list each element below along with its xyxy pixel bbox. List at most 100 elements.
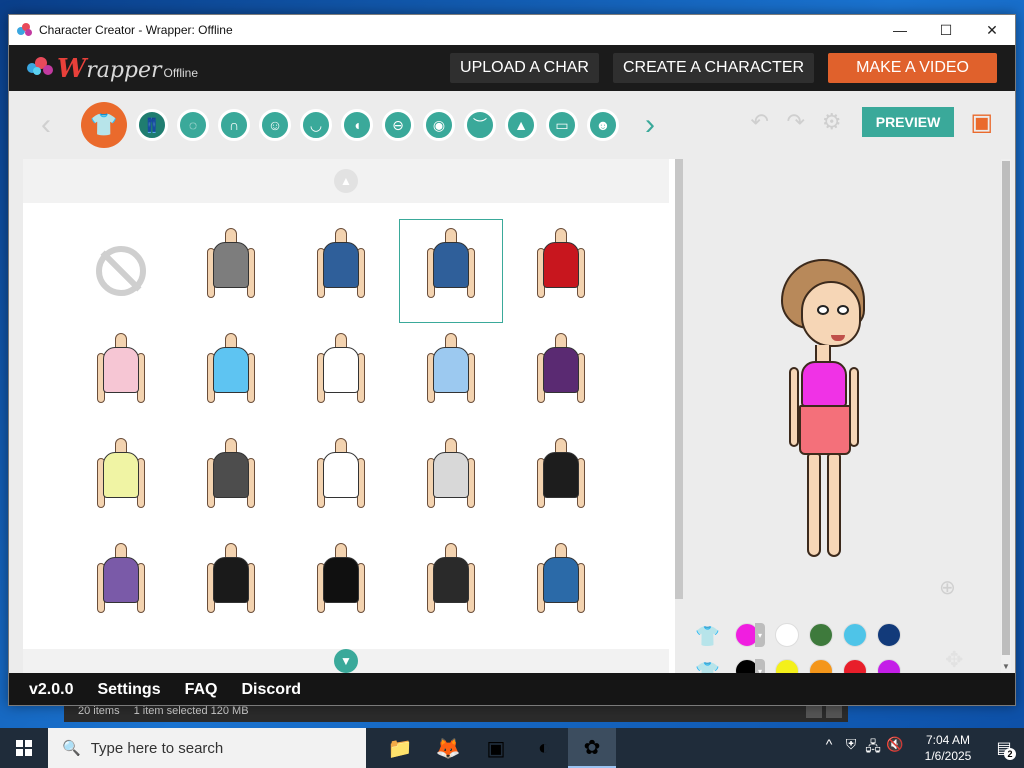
right-scroll-down-icon[interactable]: ▼ (1001, 662, 1011, 671)
wrapper-app-icon[interactable]: ✿ (568, 728, 616, 768)
taskbar: 🔍 Type here to search 📁 🦊 ▣ ◐ ✿ ^ ⛨ 🖧 🔇 7:04 AM… (0, 728, 1024, 768)
clothing-item[interactable] (289, 219, 393, 323)
scroll-down-icon[interactable]: ▼ (334, 649, 358, 673)
move-icon[interactable]: ✥ (945, 647, 963, 673)
items-scrollbar-thumb[interactable] (675, 159, 683, 599)
items-scroll-up[interactable]: ▲ (23, 159, 669, 203)
clothing-item[interactable] (179, 429, 283, 533)
notifications-icon[interactable]: ▤ 2 (984, 738, 1024, 760)
item-none[interactable] (69, 219, 173, 323)
items-scrollbar[interactable] (675, 159, 683, 599)
right-scrollbar[interactable]: ▼ (1001, 159, 1011, 673)
clothing-item[interactable] (69, 534, 173, 638)
clothing-item[interactable] (399, 324, 503, 428)
app-icon (17, 22, 33, 38)
color-swatch[interactable] (775, 623, 799, 647)
clothing-item[interactable] (509, 534, 613, 638)
volume-muted-icon[interactable]: 🔇 (884, 736, 906, 760)
category-upper-body-icon[interactable]: 👕 (81, 102, 127, 148)
footer-faq-link[interactable]: FAQ (185, 681, 218, 699)
logo-rapper: rapper (86, 57, 162, 83)
category-toolbar: ‹ 👕 👖 ◌ ∩ ☺ ◡ ◖ ⊖ ◉ ︶ ▲ ▭ ☻ › ↶ ↷ ⚙ PREVIEW ▣ (9, 91, 1015, 159)
clothing-item[interactable] (179, 324, 283, 428)
clothing-item[interactable] (179, 219, 283, 323)
firefox-icon[interactable]: 🦊 (424, 728, 472, 768)
footer-discord-link[interactable]: Discord (242, 681, 302, 699)
shirt-part-icon[interactable]: 👕 (695, 624, 720, 648)
category-nose-icon[interactable]: ▲ (505, 109, 537, 141)
start-button[interactable] (0, 728, 48, 768)
category-face-shape-icon[interactable]: ◌ (177, 109, 209, 141)
category-eyebrows-icon[interactable]: ︶ (464, 109, 496, 141)
clothing-item[interactable] (289, 429, 393, 533)
shirt-thumbnail-icon (317, 333, 365, 419)
category-hair-icon[interactable]: ∩ (218, 109, 250, 141)
title-bar[interactable]: Character Creator - Wrapper: Offline — ☐… (9, 15, 1015, 45)
shirt-thumbnail-icon (427, 228, 475, 314)
clothing-item[interactable] (179, 534, 283, 638)
footer-settings-link[interactable]: Settings (97, 681, 160, 699)
current-color-picker[interactable]: ▾ (735, 623, 765, 647)
minimize-button[interactable]: — (877, 15, 923, 45)
clothing-item[interactable] (289, 534, 393, 638)
category-glasses-icon[interactable]: ▭ (546, 109, 578, 141)
shirt-thumbnail-icon (537, 228, 585, 314)
defender-icon[interactable]: ⛨ (840, 736, 862, 760)
clothing-item[interactable] (509, 429, 613, 533)
app-icon[interactable]: ▣ (472, 728, 520, 768)
shirt-thumbnail-icon (537, 438, 585, 524)
taskbar-search[interactable]: 🔍 Type here to search (48, 728, 366, 768)
right-scrollbar-thumb[interactable] (1002, 161, 1010, 655)
preview-button[interactable]: PREVIEW (861, 107, 955, 137)
category-facial-hair-icon[interactable]: ☺ (259, 109, 291, 141)
taskbar-apps: 📁 🦊 ▣ ◐ ✿ (376, 728, 616, 768)
shirt-thumbnail-icon (317, 438, 365, 524)
app-footer: v2.0.0 Settings FAQ Discord (9, 673, 1015, 705)
clothing-item[interactable] (69, 324, 173, 428)
undo-icon[interactable]: ↶ (748, 109, 772, 135)
upload-char-button[interactable]: UPLOAD A CHAR (450, 53, 599, 83)
character-skirt (799, 405, 851, 455)
category-head-icon[interactable]: ⊖ (382, 109, 414, 141)
next-category-arrow[interactable]: › (635, 108, 665, 142)
explorer-item-count: 20 items (78, 705, 120, 717)
clothing-item[interactable] (289, 324, 393, 428)
settings-gear-icon[interactable]: ⚙ (820, 109, 844, 135)
clock[interactable]: 7:04 AM 1/6/2025 (912, 732, 984, 764)
make-video-button[interactable]: MAKE A VIDEO (828, 53, 997, 83)
color-swatch[interactable] (877, 623, 901, 647)
category-mouth-icon[interactable]: ◡ (300, 109, 332, 141)
category-lower-body-icon[interactable]: 👖 (136, 109, 168, 141)
clothing-item[interactable] (399, 219, 503, 323)
clothing-item[interactable] (399, 429, 503, 533)
network-icon[interactable]: 🖧 (862, 736, 884, 760)
clothing-item[interactable] (69, 429, 173, 533)
scroll-up-icon[interactable]: ▲ (334, 169, 358, 193)
create-character-button[interactable]: CREATE A CHARACTER (612, 53, 815, 83)
clothing-item[interactable] (399, 534, 503, 638)
maximize-button[interactable]: ☐ (923, 15, 969, 45)
clock-date: 1/6/2025 (924, 749, 972, 763)
color-swatch[interactable] (809, 623, 833, 647)
clothing-item[interactable] (509, 324, 613, 428)
color-swatch[interactable] (843, 623, 867, 647)
items-scroll-down[interactable]: ▼ (23, 649, 669, 673)
shirt-thumbnail-icon (97, 333, 145, 419)
prev-category-arrow[interactable]: ‹ (31, 108, 61, 142)
wrapper-logo[interactable]: W rapper Offline (27, 53, 198, 84)
redo-icon[interactable]: ↷ (784, 109, 808, 135)
character-leg-right (827, 453, 841, 557)
clothing-item[interactable] (509, 219, 613, 323)
category-ear-icon[interactable]: ◖ (341, 109, 373, 141)
category-skin-icon[interactable]: ☻ (587, 109, 619, 141)
character-face (801, 281, 861, 347)
zoom-in-icon[interactable]: ⊕ (939, 575, 956, 600)
close-button[interactable]: ✕ (969, 15, 1015, 45)
save-icon[interactable]: ▣ (970, 108, 993, 137)
category-eyes-icon[interactable]: ◉ (423, 109, 455, 141)
file-explorer-icon[interactable]: 📁 (376, 728, 424, 768)
edge-icon[interactable]: ◐ (520, 728, 568, 768)
character-figure[interactable] (775, 259, 875, 569)
explorer-view-buttons[interactable] (806, 704, 848, 718)
show-hidden-icons[interactable]: ^ (818, 736, 840, 760)
